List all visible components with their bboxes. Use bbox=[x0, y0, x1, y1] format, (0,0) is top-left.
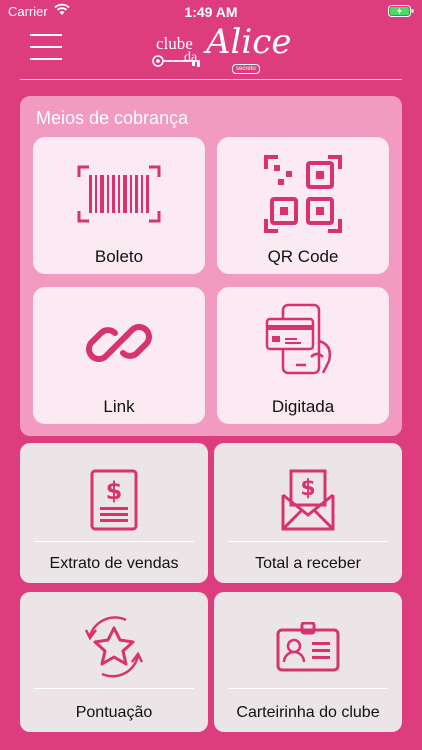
sales-statement-label: Extrato de vendas bbox=[49, 555, 179, 572]
total-receivable-label: Total a receber bbox=[255, 555, 361, 572]
link-icon bbox=[86, 324, 152, 362]
header-divider bbox=[20, 79, 402, 80]
qr-code-label: QR Code bbox=[267, 247, 339, 266]
link-label: Link bbox=[103, 397, 135, 416]
clock: 1:49 AM bbox=[184, 4, 238, 20]
member-card-label: Carteirinha do clube bbox=[236, 704, 380, 721]
digitada-label: Digitada bbox=[271, 397, 335, 416]
payment-methods-card: Meios de cobrança Boleto QR Code Link Di… bbox=[20, 96, 402, 436]
member-card-button[interactable]: Carteirinha do clube bbox=[214, 592, 402, 732]
barcode-icon bbox=[77, 165, 161, 223]
sales-statement-button[interactable]: $ Extrato de vendas bbox=[20, 443, 208, 583]
status-bar: Carrier 1:49 AM bbox=[0, 0, 422, 24]
link-button[interactable]: Link bbox=[33, 287, 205, 424]
qr-code-button[interactable]: QR Code bbox=[217, 137, 389, 274]
star-cycle-icon bbox=[84, 616, 144, 678]
qr-code-icon bbox=[264, 155, 342, 233]
battery-icon bbox=[388, 5, 414, 17]
total-receivable-button[interactable]: $ Total a receber bbox=[214, 443, 402, 583]
digitada-button[interactable]: Digitada bbox=[217, 287, 389, 424]
boleto-label: Boleto bbox=[94, 247, 144, 266]
money-envelope-icon: $ bbox=[281, 469, 335, 531]
svg-text:$: $ bbox=[106, 477, 123, 505]
svg-text:$: $ bbox=[300, 476, 315, 501]
hamburger-menu-button[interactable] bbox=[30, 34, 64, 60]
score-label: Pontuação bbox=[75, 704, 153, 721]
card-phone-icon bbox=[265, 303, 332, 375]
key-icon bbox=[152, 55, 200, 67]
clube-da-alice-logo: clube da Alice secreto bbox=[150, 22, 291, 74]
member-card-icon bbox=[276, 622, 340, 672]
sales-statement-icon: $ bbox=[90, 469, 138, 531]
boleto-button[interactable]: Boleto bbox=[33, 137, 205, 274]
score-button[interactable]: Pontuação bbox=[20, 592, 208, 732]
payment-methods-title: Meios de cobrança bbox=[36, 108, 189, 128]
